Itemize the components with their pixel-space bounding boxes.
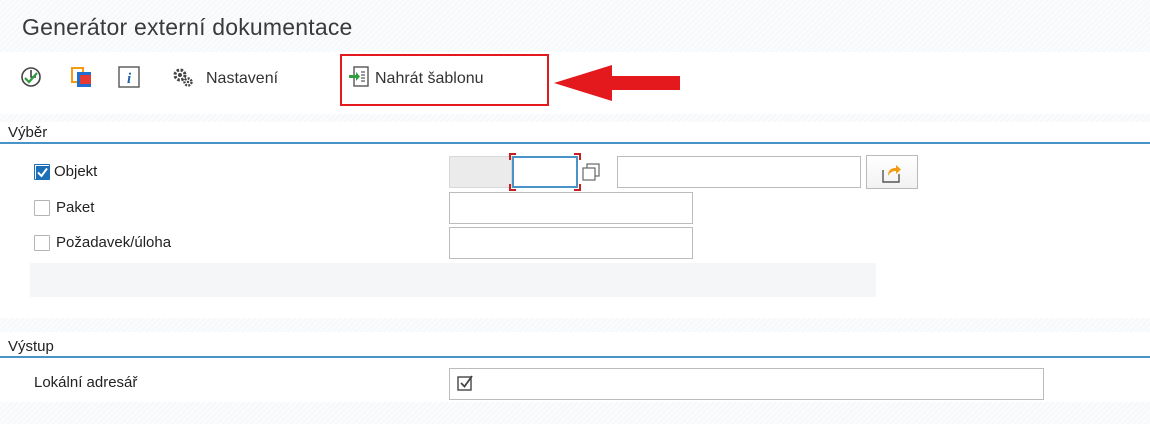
selection-section-header: Výběr xyxy=(0,122,1150,144)
footer-stripe xyxy=(0,402,1150,424)
object-type-field[interactable] xyxy=(449,156,512,188)
paket-checkbox[interactable] xyxy=(34,200,50,216)
paket-label: Paket xyxy=(56,199,95,216)
separator xyxy=(0,114,1150,122)
separator xyxy=(0,318,1150,332)
variants-icon[interactable] xyxy=(70,66,92,88)
objekt-checkbox[interactable] xyxy=(34,164,50,180)
selection-header-label: Výběr xyxy=(8,124,48,141)
gear-icon[interactable] xyxy=(172,66,194,88)
title-bar: Generátor externí dokumentace xyxy=(0,0,1150,52)
local-directory-field[interactable] xyxy=(449,368,1044,400)
local-directory-label: Lokální adresář xyxy=(34,374,138,391)
execute-icon[interactable] xyxy=(20,66,42,88)
focus-corner xyxy=(509,153,516,160)
focus-corner xyxy=(574,184,581,191)
local-directory-checkbox-icon[interactable] xyxy=(457,374,475,392)
objekt-label: Objekt xyxy=(54,163,98,180)
checkmark-icon xyxy=(36,166,49,179)
upload-template-highlight xyxy=(340,54,549,106)
multiple-selection-icon[interactable] xyxy=(582,163,600,181)
paket-field[interactable] xyxy=(449,192,693,224)
red-arrow-icon xyxy=(554,65,680,101)
info-icon[interactable]: i xyxy=(118,66,140,88)
request-task-checkbox[interactable] xyxy=(34,235,50,251)
output-section-header: Výstup xyxy=(0,336,1150,358)
object-name-field[interactable] xyxy=(512,156,578,188)
page-title: Generátor externí dokumentace xyxy=(22,14,353,40)
export-button[interactable] xyxy=(866,155,918,189)
focus-corner xyxy=(574,153,581,160)
empty-area xyxy=(30,263,876,297)
focus-corner xyxy=(509,184,516,191)
output-header-label: Výstup xyxy=(8,338,54,355)
export-icon xyxy=(882,165,901,183)
request-task-field[interactable] xyxy=(449,227,693,259)
settings-button[interactable]: Nastavení xyxy=(206,70,278,88)
object-description-field[interactable] xyxy=(617,156,861,188)
request-task-label: Požadavek/úloha xyxy=(56,234,172,251)
